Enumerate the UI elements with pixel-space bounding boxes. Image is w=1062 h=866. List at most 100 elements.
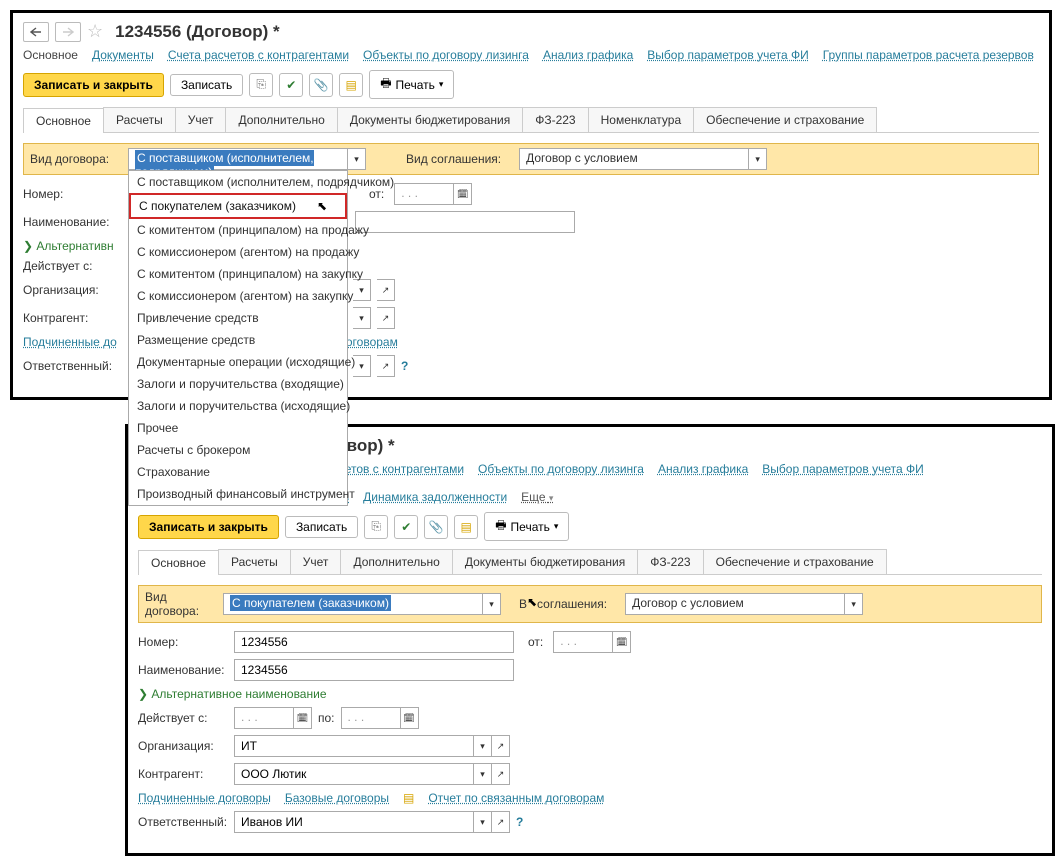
- attach-icon-2[interactable]: 📎: [424, 515, 448, 539]
- valid-from-picker[interactable]: 🗓: [294, 707, 312, 729]
- valid-from-input[interactable]: . . .: [234, 707, 294, 729]
- save-button[interactable]: Записать: [170, 74, 243, 96]
- org-open[interactable]: ↗: [377, 279, 395, 301]
- favorite-icon[interactable]: ☆: [87, 21, 103, 42]
- respons-dd-2[interactable]: ▾: [474, 811, 492, 833]
- print-button[interactable]: 🖶Печать▾: [369, 70, 454, 99]
- help-icon-2[interactable]: ?: [516, 815, 523, 829]
- tab-insur-2[interactable]: Обеспечение и страхование: [703, 549, 887, 574]
- nav-fi[interactable]: Выбор параметров учета ФИ: [647, 48, 808, 62]
- valid-to-input[interactable]: . . .: [341, 707, 401, 729]
- dd-item-1[interactable]: С покупателем (заказчиком)⬉: [129, 193, 347, 219]
- tab-main[interactable]: Основное: [23, 108, 104, 133]
- cparty-dd[interactable]: ▾: [353, 307, 371, 329]
- nav-schedule-2[interactable]: Анализ графика: [658, 462, 748, 476]
- save-close-button-2[interactable]: Записать и закрыть: [138, 515, 279, 539]
- related-report-link[interactable]: Отчет по связанным договорам: [428, 791, 604, 805]
- nav-leasing[interactable]: Объекты по договору лизинга: [363, 48, 529, 62]
- name-input-2[interactable]: [234, 659, 514, 681]
- tab-insur[interactable]: Обеспечение и страхование: [693, 107, 877, 132]
- attach-icon[interactable]: 📎: [309, 73, 333, 97]
- contract-type-dd-2[interactable]: ▾: [483, 593, 501, 615]
- tab-calc-2[interactable]: Расчеты: [218, 549, 291, 574]
- cparty-input-2[interactable]: [234, 763, 474, 785]
- nav-main[interactable]: Основное: [23, 48, 78, 62]
- copy-icon[interactable]: ⎘: [249, 73, 273, 97]
- dd-item-10[interactable]: Залоги и поручительства (исходящие): [129, 395, 347, 417]
- nav-debt-2[interactable]: Динамика задолженности: [363, 490, 507, 504]
- document-icon-2[interactable]: ▤: [454, 515, 478, 539]
- alt-name-toggle-2[interactable]: ❯ Альтернативное наименование: [138, 687, 327, 701]
- nav-leasing-2[interactable]: Объекты по договору лизинга: [478, 462, 644, 476]
- org-dd-2[interactable]: ▾: [474, 735, 492, 757]
- respons-open[interactable]: ↗: [377, 355, 395, 377]
- dd-item-6[interactable]: Привлечение средств: [129, 307, 347, 329]
- print-button-2[interactable]: 🖶Печать▾: [484, 512, 569, 541]
- save-button-2[interactable]: Записать: [285, 516, 358, 538]
- contract-type-input[interactable]: С поставщиком (исполнителем, подрядчиком…: [128, 148, 348, 170]
- approve-icon-2[interactable]: ✔: [394, 515, 418, 539]
- tab-nomen[interactable]: Номенклатура: [588, 107, 695, 132]
- agreement-input[interactable]: Договор с условием: [519, 148, 749, 170]
- tab-calc[interactable]: Расчеты: [103, 107, 176, 132]
- approve-icon[interactable]: ✔: [279, 73, 303, 97]
- dd-item-9[interactable]: Залоги и поручительства (входящие): [129, 373, 347, 395]
- dd-item-5[interactable]: С комиссионером (агентом) на закупку: [129, 285, 347, 307]
- agreement-dropdown-button[interactable]: ▾: [749, 148, 767, 170]
- cparty-open-2[interactable]: ↗: [492, 763, 510, 785]
- cparty-open[interactable]: ↗: [377, 307, 395, 329]
- tab-budget[interactable]: Документы бюджетирования: [337, 107, 523, 132]
- back-button[interactable]: [23, 22, 49, 42]
- agreement-input-2[interactable]: Договор с условием: [625, 593, 845, 615]
- document-icon[interactable]: ▤: [339, 73, 363, 97]
- agreement-dd-2[interactable]: ▾: [845, 593, 863, 615]
- valid-to-picker[interactable]: 🗓: [401, 707, 419, 729]
- dd-item-14[interactable]: Производный финансовый инструмент: [129, 483, 347, 505]
- respons-input-2[interactable]: [234, 811, 474, 833]
- dd-item-11[interactable]: Прочее: [129, 417, 347, 439]
- dd-item-0[interactable]: С поставщиком (исполнителем, подрядчиком…: [129, 171, 347, 193]
- tab-extra[interactable]: Дополнительно: [225, 107, 337, 132]
- org-input-2[interactable]: [234, 735, 474, 757]
- dd-item-13[interactable]: Страхование: [129, 461, 347, 483]
- contract-type-input-2[interactable]: С покупателем (заказчиком): [223, 593, 483, 615]
- org-open-2[interactable]: ↗: [492, 735, 510, 757]
- number-input-2[interactable]: [234, 631, 514, 653]
- sub-contracts-link[interactable]: Подчиненные до: [23, 335, 117, 349]
- contract-type-dropdown-button[interactable]: ▾: [348, 148, 366, 170]
- respons-dd[interactable]: ▾: [353, 355, 371, 377]
- tab-main-2[interactable]: Основное: [138, 550, 219, 575]
- date-input-2[interactable]: . . .: [553, 631, 613, 653]
- nav-more[interactable]: Еще ▾: [521, 490, 553, 504]
- dd-item-4[interactable]: С комитентом (принципалом) на закупку: [129, 263, 347, 285]
- cparty-dd-2[interactable]: ▾: [474, 763, 492, 785]
- sub-contracts-link-2[interactable]: Подчиненные договоры: [138, 791, 271, 805]
- respons-open-2[interactable]: ↗: [492, 811, 510, 833]
- nav-docs[interactable]: Документы: [92, 48, 154, 62]
- name-input[interactable]: [355, 211, 575, 233]
- tab-budget-2[interactable]: Документы бюджетирования: [452, 549, 638, 574]
- dd-item-12[interactable]: Расчеты с брокером: [129, 439, 347, 461]
- tab-fz223-2[interactable]: ФЗ-223: [637, 549, 703, 574]
- nav-fi-2[interactable]: Выбор параметров учета ФИ: [762, 462, 923, 476]
- tab-fz223[interactable]: ФЗ-223: [522, 107, 588, 132]
- base-contracts-link[interactable]: Базовые договоры: [285, 791, 389, 805]
- copy-icon-2[interactable]: ⎘: [364, 515, 388, 539]
- dd-item-2[interactable]: С комитентом (принципалом) на продажу: [129, 219, 347, 241]
- save-close-button[interactable]: Записать и закрыть: [23, 73, 164, 97]
- help-icon[interactable]: ?: [401, 359, 408, 373]
- nav-schedule[interactable]: Анализ графика: [543, 48, 633, 62]
- dd-item-8[interactable]: Документарные операции (исходящие): [129, 351, 347, 373]
- date-picker-2[interactable]: 🗓: [613, 631, 631, 653]
- dd-item-7[interactable]: Размещение средств: [129, 329, 347, 351]
- org-dd[interactable]: ▾: [353, 279, 371, 301]
- alt-name-toggle[interactable]: ❯ Альтернативн: [23, 239, 114, 253]
- nav-reserves[interactable]: Группы параметров расчета резервов: [823, 48, 1034, 62]
- forward-button[interactable]: [55, 22, 81, 42]
- dd-item-3[interactable]: С комиссионером (агентом) на продажу: [129, 241, 347, 263]
- tab-acc-2[interactable]: Учет: [290, 549, 342, 574]
- tab-extra-2[interactable]: Дополнительно: [340, 549, 452, 574]
- date-input[interactable]: . . .: [394, 183, 454, 205]
- tab-acc[interactable]: Учет: [175, 107, 227, 132]
- date-picker-button[interactable]: 🗓: [454, 183, 472, 205]
